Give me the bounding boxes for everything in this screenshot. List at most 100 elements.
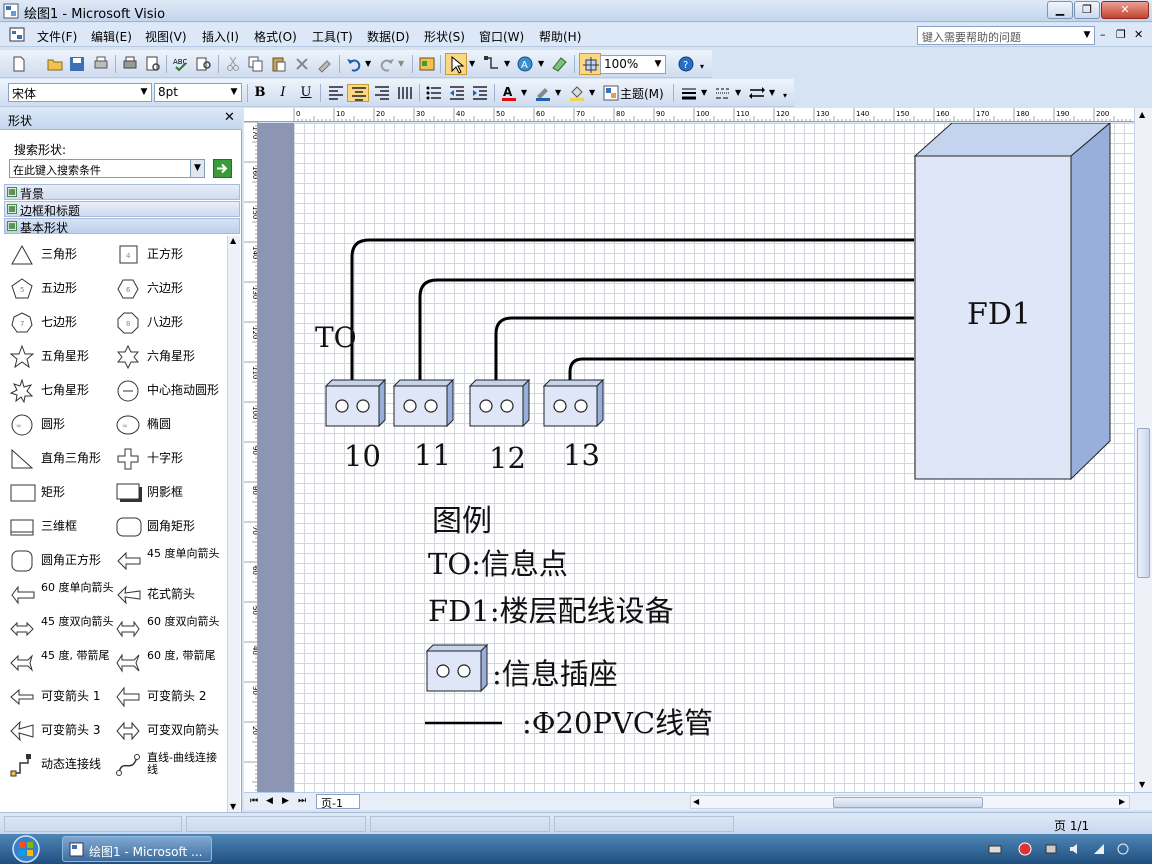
paste-icon[interactable] xyxy=(270,55,288,73)
align-left-icon[interactable] xyxy=(327,84,345,102)
shape-item-var-arrow3[interactable]: 可变箭头 3 xyxy=(10,716,120,746)
font-color-icon[interactable]: A xyxy=(500,84,518,102)
shape-item-arrow60[interactable]: 60 度单向箭头 xyxy=(10,580,120,610)
stencil-borders-titles[interactable]: ▦ 边框和标题 xyxy=(4,201,240,218)
chevron-down-icon[interactable]: ▼ xyxy=(190,160,204,177)
new-document-icon[interactable] xyxy=(10,55,28,73)
shape-item-pentagon[interactable]: 5 五边形 xyxy=(10,274,120,304)
menu-data[interactable]: 数据(D) xyxy=(367,28,410,45)
bold-button[interactable]: B xyxy=(252,84,268,102)
doc-close-icon[interactable]: ✕ xyxy=(1134,28,1143,41)
shape-item-right-triangle[interactable]: 直角三角形 xyxy=(10,444,120,474)
shape-item-shadow-box[interactable]: 阴影框 xyxy=(116,478,226,508)
security-icon[interactable] xyxy=(1018,842,1032,856)
shape-item-tail-arrow60[interactable]: 60 度, 带箭尾 xyxy=(116,648,226,678)
shape-item-rounded-rect[interactable]: 圆角矩形 xyxy=(116,512,226,542)
drawing-canvas[interactable]: TO FD1 10 11 12 13 图例 TO:信息点 FD1:楼层配线设备 … xyxy=(258,123,1134,792)
italic-button[interactable]: I xyxy=(275,84,291,102)
research-icon[interactable] xyxy=(195,55,213,73)
align-center-button[interactable] xyxy=(347,84,369,102)
shape-item-cross[interactable]: 十字形 xyxy=(116,444,226,474)
bullets-icon[interactable] xyxy=(425,84,443,102)
zoom-select[interactable]: 100% ▼ xyxy=(600,55,666,74)
font-select[interactable]: 宋体 ▼ xyxy=(8,83,152,102)
shape-item-arrow45[interactable]: 45 度单向箭头 xyxy=(116,546,226,576)
shape-item-rectangle[interactable]: 矩形 xyxy=(10,478,120,508)
menu-window[interactable]: 窗口(W) xyxy=(479,28,524,45)
shape-item-double-arrow60[interactable]: 60 度双向箭头 xyxy=(116,614,226,644)
minimize-button[interactable]: ▁ xyxy=(1047,1,1073,19)
chevron-down-icon[interactable]: ▼ xyxy=(538,59,544,68)
shape-item-var-arrow2[interactable]: 可变箭头 2 xyxy=(116,682,226,712)
document-icon[interactable] xyxy=(9,27,27,43)
visio-app-icon[interactable] xyxy=(3,3,19,19)
shape-item-star7[interactable]: 七角星形 xyxy=(10,376,120,406)
justify-icon[interactable] xyxy=(396,84,414,102)
chevron-down-icon[interactable]: ▼ xyxy=(504,59,510,68)
socket-number[interactable]: 11 xyxy=(414,438,451,472)
underline-button[interactable]: U xyxy=(298,84,314,102)
pointer-tool-button[interactable] xyxy=(445,53,467,75)
legend-to-desc[interactable]: TO:信息点 xyxy=(428,541,568,583)
fill-color-icon[interactable] xyxy=(568,84,586,102)
connector-tool-icon[interactable] xyxy=(483,55,501,73)
shape-item-circle[interactable]: ∞ 圆形 xyxy=(10,410,120,440)
scroll-down-icon[interactable]: ▼ xyxy=(230,802,236,811)
socket-number[interactable]: 13 xyxy=(563,438,600,472)
shape-item-var-double-arrow[interactable]: 可变双向箭头 xyxy=(116,716,226,746)
vertical-scroll-thumb[interactable] xyxy=(1137,428,1150,578)
restore-button[interactable]: ❐ xyxy=(1074,1,1100,19)
action-center-icon[interactable] xyxy=(1092,842,1106,856)
save-icon[interactable] xyxy=(68,55,86,73)
legend-socket-desc[interactable]: :信息插座 xyxy=(492,651,618,693)
network-device-icon[interactable] xyxy=(1044,842,1058,856)
scroll-up-icon[interactable]: ▲ xyxy=(230,236,236,245)
horizontal-scroll-thumb[interactable] xyxy=(833,797,983,808)
theme-icon[interactable] xyxy=(602,84,620,102)
menu-help[interactable]: 帮助(H) xyxy=(539,28,581,45)
shape-item-double-arrow45[interactable]: 45 度双向箭头 xyxy=(10,614,120,644)
scroll-left-icon[interactable]: ◀ xyxy=(693,797,699,806)
doc-minimize-icon[interactable]: – xyxy=(1100,28,1106,41)
toolbar-options-icon[interactable]: ▾ xyxy=(700,62,704,71)
shape-item-fancy-arrow[interactable]: 花式箭头 xyxy=(116,580,226,610)
print-preview-icon[interactable] xyxy=(144,55,162,73)
chevron-down-icon[interactable]: ▼ xyxy=(652,57,664,72)
line-color-icon[interactable] xyxy=(534,84,552,102)
menu-shape[interactable]: 形状(S) xyxy=(424,28,465,45)
search-go-button[interactable] xyxy=(213,159,232,178)
info-socket[interactable] xyxy=(542,378,605,428)
chevron-down-icon[interactable]: ▼ xyxy=(589,88,595,97)
menu-format[interactable]: 格式(O) xyxy=(254,28,297,45)
taskbar-visio-item[interactable]: 绘图1 - Microsoft ... xyxy=(62,836,212,862)
increase-indent-icon[interactable] xyxy=(471,84,489,102)
shape-item-star6[interactable]: 六角星形 xyxy=(116,342,226,372)
chevron-down-icon[interactable]: ▼ xyxy=(701,88,707,97)
chevron-down-icon[interactable]: ▼ xyxy=(735,88,741,97)
shape-item-ellipse[interactable]: ∞ 椭圆 xyxy=(116,410,226,440)
last-page-icon[interactable]: ⏭ xyxy=(298,796,306,806)
shape-item-3d-box[interactable]: 三维框 xyxy=(10,512,120,542)
shapes-scrollbar[interactable]: ▲ ▼ xyxy=(227,236,240,814)
chevron-down-icon[interactable]: ▼ xyxy=(365,59,371,68)
shape-item-heptagon[interactable]: 7 七边形 xyxy=(10,308,120,338)
pan-zoom-button[interactable] xyxy=(579,53,601,75)
drawing-page[interactable]: TO FD1 10 11 12 13 图例 TO:信息点 FD1:楼层配线设备 … xyxy=(294,123,1134,792)
ink-tool-icon[interactable] xyxy=(551,55,569,73)
legend-title[interactable]: 图例 xyxy=(432,496,492,540)
vertical-scrollbar[interactable]: ▲ ▼ xyxy=(1134,108,1152,792)
cut-icon[interactable] xyxy=(224,55,242,73)
chevron-down-icon[interactable]: ▼ xyxy=(769,88,775,97)
chevron-down-icon[interactable]: ▼ xyxy=(398,59,404,68)
font-size-select[interactable]: 8pt ▼ xyxy=(154,83,242,102)
info-socket[interactable] xyxy=(324,378,387,428)
close-button[interactable]: ✕ xyxy=(1101,1,1149,19)
help-search-input[interactable]: 键入需要帮助的问题 ▼ xyxy=(917,26,1095,45)
toolbar-options-icon[interactable]: ▾ xyxy=(783,91,787,100)
info-socket[interactable] xyxy=(392,378,455,428)
chevron-down-icon[interactable]: ▼ xyxy=(469,59,475,68)
open-folder-icon[interactable] xyxy=(46,55,64,73)
line-pattern-icon[interactable] xyxy=(714,84,732,102)
chevron-down-icon[interactable]: ▼ xyxy=(228,85,240,100)
close-icon[interactable]: ✕ xyxy=(224,110,235,125)
